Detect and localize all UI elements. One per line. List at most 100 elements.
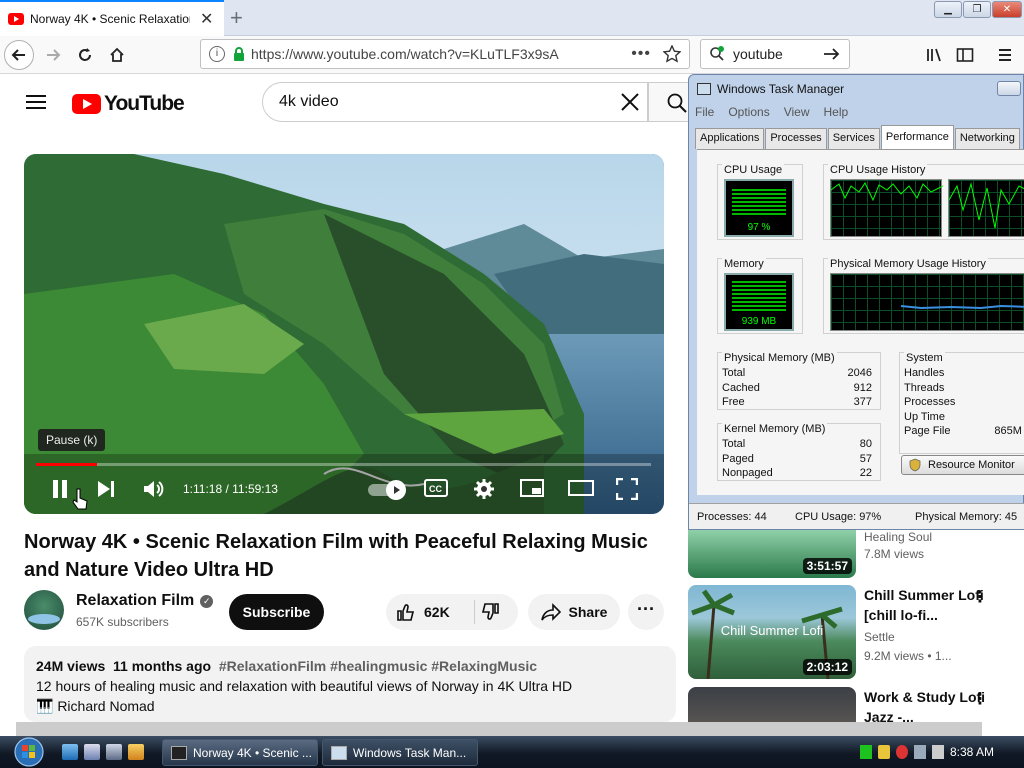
sidebar-icon[interactable] — [950, 40, 980, 70]
task-manager-titlebar[interactable]: Windows Task Manager — [689, 75, 1024, 103]
maximize-button[interactable]: ❐ — [963, 1, 991, 18]
task-manager-minimize-button[interactable] — [997, 81, 1021, 96]
library-icon[interactable] — [920, 40, 950, 70]
video-progress-bar[interactable] — [36, 463, 651, 466]
volume-icon[interactable] — [142, 478, 164, 500]
resource-monitor-button[interactable]: Resource Monitor — [901, 455, 1024, 475]
home-button[interactable] — [102, 40, 132, 70]
share-button[interactable]: Share — [528, 594, 620, 630]
info-icon[interactable]: i — [209, 46, 225, 62]
show-desktop-icon[interactable] — [84, 744, 100, 760]
more-actions-button[interactable]: ··· — [628, 594, 664, 630]
like-dislike-group: 62K — [386, 594, 518, 630]
video-player[interactable] — [24, 154, 664, 514]
menu-view[interactable]: View — [784, 105, 810, 119]
browser-tab-title: Norway 4K • Scenic Relaxation — [30, 12, 190, 26]
recommendation-menu-icon[interactable]: ⋮ — [972, 689, 988, 709]
recommendation-thumbnail[interactable]: Chill Summer Lofi 2:03:12 — [688, 585, 856, 679]
system-tray: 8:38 AM — [859, 736, 1024, 768]
tab-services[interactable]: Services — [827, 128, 880, 149]
video-duration: 2:03:12 — [802, 659, 852, 675]
stat-row: Processes — [904, 396, 956, 408]
subscribe-button[interactable]: Subscribe — [229, 594, 324, 630]
navigation-toolbar: i https://www.youtube.com/watch?v=KLuTLF… — [0, 36, 1024, 74]
address-bar[interactable]: i https://www.youtube.com/watch?v=KLuTLF… — [200, 39, 690, 69]
menu-file[interactable]: File — [695, 105, 714, 119]
volume-muted-icon[interactable] — [931, 745, 944, 759]
network-icon[interactable] — [913, 745, 926, 759]
clock[interactable]: 8:38 AM — [950, 745, 994, 759]
new-tab-button[interactable]: + — [230, 5, 243, 31]
cpu-meter-tray-icon[interactable] — [859, 745, 872, 759]
theater-mode-icon[interactable] — [568, 478, 594, 498]
clear-search-icon[interactable] — [619, 91, 641, 113]
minimize-button[interactable]: ▁ — [934, 1, 962, 18]
recommendation-menu-icon[interactable]: ⋮ — [972, 587, 988, 607]
task-manager-icon — [697, 83, 711, 95]
tab-applications[interactable]: Applications — [695, 128, 765, 149]
subtitles-icon[interactable]: CC — [424, 478, 448, 498]
settings-gear-icon[interactable] — [473, 478, 495, 500]
menu-options[interactable]: Options — [728, 105, 769, 119]
recommendation-item[interactable]: Chill Summer Lofi 2:03:12 Chill Summer L… — [688, 585, 1024, 679]
pause-button[interactable] — [50, 478, 70, 500]
recommendation-item[interactable]: 3:51:57 Healing Soul 7.8M views — [688, 530, 1024, 578]
start-button[interactable] — [8, 736, 50, 768]
taskbar-button-firefox[interactable]: Norway 4K • Scenic ... — [162, 739, 318, 766]
fullscreen-icon[interactable] — [616, 478, 638, 500]
recommendation-item[interactable]: Work & Study Lofi Jazz -... ⋮ — [688, 687, 1024, 722]
hashtags[interactable]: #RelaxationFilm #healingmusic #RelaxingM… — [219, 658, 537, 674]
page-actions-icon[interactable]: ••• — [631, 45, 651, 63]
browser-tab-active[interactable]: Norway 4K • Scenic Relaxation ✕ — [0, 0, 224, 36]
search-bar-text: youtube — [733, 46, 783, 62]
tab-networking[interactable]: Networking — [954, 128, 1020, 149]
url-text: https://www.youtube.com/watch?v=KLuTLF3x… — [251, 46, 559, 62]
switch-windows-icon[interactable] — [106, 744, 122, 760]
cpu-gauge-bars — [732, 189, 786, 217]
next-button[interactable] — [96, 478, 116, 500]
youtube-search-input[interactable]: 4k video — [262, 82, 648, 122]
search-bar[interactable]: youtube — [700, 39, 850, 69]
internet-explorer-icon[interactable] — [62, 744, 78, 760]
channel-avatar[interactable] — [24, 590, 64, 630]
autoplay-toggle[interactable] — [368, 480, 406, 500]
media-player-icon[interactable] — [128, 744, 144, 760]
description-credit: 🎹 Richard Nomad — [36, 698, 155, 714]
back-button[interactable] — [4, 40, 34, 70]
menu-icon[interactable] — [990, 40, 1020, 70]
recommendation-thumbnail[interactable] — [688, 687, 856, 722]
recommendation-thumbnail[interactable]: 3:51:57 — [688, 530, 856, 578]
tab-processes[interactable]: Processes — [765, 128, 827, 149]
description-box[interactable]: 24M views 11 months ago #RelaxationFilm … — [24, 646, 676, 722]
alert-tray-icon[interactable] — [895, 745, 908, 759]
miniplayer-icon[interactable] — [520, 478, 544, 498]
security-shield-icon[interactable] — [877, 745, 890, 759]
bookmark-star-icon[interactable] — [663, 45, 681, 63]
dislike-button[interactable] — [480, 602, 500, 622]
close-tab-icon[interactable]: ✕ — [200, 9, 213, 29]
menu-help[interactable]: Help — [824, 105, 849, 119]
like-divider — [474, 600, 475, 624]
cpu-usage-label: CPU Usage — [722, 164, 785, 176]
reload-button[interactable] — [70, 40, 100, 70]
video-duration: 3:51:57 — [802, 558, 852, 574]
kernel-memory-group: Kernel Memory (MB) Total 80 Paged 57 Nonpa… — [717, 423, 881, 481]
forward-button[interactable] — [38, 40, 68, 70]
tab-performance[interactable]: Performance — [880, 125, 954, 149]
channel-name-row[interactable]: Relaxation Film ✓ — [76, 592, 214, 610]
taskbar-button-label: Norway 4K • Scenic ... — [193, 745, 312, 760]
cpu-history-label: CPU Usage History — [828, 164, 928, 176]
quick-launch — [62, 744, 144, 760]
like-button[interactable]: 62K — [396, 594, 450, 630]
close-window-button[interactable]: ✕ — [992, 1, 1022, 18]
youtube-logo[interactable]: YouTube — [72, 92, 185, 116]
upload-age: 11 months ago — [113, 658, 212, 674]
memory-history-group: Physical Memory Usage History — [823, 258, 1024, 334]
video-time: 1:11:18 / 11:59:13 — [183, 482, 278, 496]
physical-memory-group: Physical Memory (MB) Total 2046 Cached 912… — [717, 352, 881, 410]
hamburger-menu-icon[interactable] — [26, 94, 46, 110]
stat-row: Total 2046 — [722, 367, 872, 379]
taskbar-button-task-manager[interactable]: Windows Task Man... — [322, 739, 478, 766]
search-go-icon[interactable] — [823, 46, 841, 62]
task-manager-window[interactable]: Windows Task Manager File Options View H… — [688, 74, 1024, 530]
